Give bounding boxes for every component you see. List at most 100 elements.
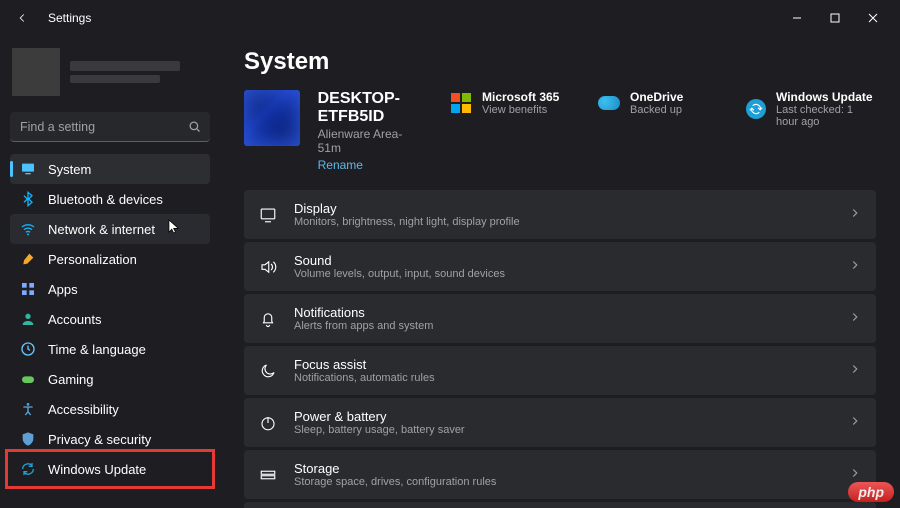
sidebar-item-accessibility[interactable]: Accessibility bbox=[10, 394, 210, 424]
sidebar-item-label: Personalization bbox=[48, 252, 137, 267]
sidebar-item-label: Apps bbox=[48, 282, 78, 297]
hero-title: Windows Update bbox=[776, 90, 876, 104]
search-wrap bbox=[10, 112, 210, 142]
search-input[interactable] bbox=[10, 112, 210, 142]
sidebar-item-label: Time & language bbox=[48, 342, 146, 357]
shield-icon bbox=[20, 431, 36, 447]
sidebar-item-windows-update[interactable]: Windows Update bbox=[10, 454, 210, 484]
cloud-icon bbox=[598, 92, 620, 114]
sidebar-item-label: Windows Update bbox=[48, 462, 146, 477]
setting-row-notifications[interactable]: NotificationsAlerts from apps and system bbox=[244, 294, 876, 343]
close-button[interactable] bbox=[854, 3, 892, 33]
setting-title: Focus assist bbox=[294, 357, 832, 372]
hero-title: OneDrive bbox=[630, 90, 683, 104]
avatar bbox=[12, 48, 60, 96]
update-icon bbox=[20, 461, 36, 477]
sidebar-item-label: Bluetooth & devices bbox=[48, 192, 163, 207]
setting-row-sound[interactable]: SoundVolume levels, output, input, sound… bbox=[244, 242, 876, 291]
setting-desc: Monitors, brightness, night light, displ… bbox=[294, 216, 832, 228]
hero-sub: Backed up bbox=[630, 104, 683, 116]
bell-icon bbox=[258, 309, 278, 329]
sidebar-item-label: Network & internet bbox=[48, 222, 155, 237]
setting-row-nearby-sharing[interactable]: Nearby sharing bbox=[244, 502, 876, 508]
user-name-placeholder bbox=[70, 61, 180, 71]
sidebar-item-gaming[interactable]: Gaming bbox=[10, 364, 210, 394]
setting-row-storage[interactable]: StorageStorage space, drives, configurat… bbox=[244, 450, 876, 499]
main-content: System DESKTOP-ETFB5ID Alienware Area-51… bbox=[220, 36, 900, 508]
hero-sub: Last checked: 1 hour ago bbox=[776, 104, 876, 128]
sound-icon bbox=[258, 257, 278, 277]
sidebar-item-label: Accessibility bbox=[48, 402, 119, 417]
setting-row-power-battery[interactable]: Power & batterySleep, battery usage, bat… bbox=[244, 398, 876, 447]
sidebar-item-label: System bbox=[48, 162, 91, 177]
device-name: DESKTOP-ETFB5ID bbox=[318, 90, 414, 126]
monitor-icon bbox=[20, 161, 36, 177]
moon-icon bbox=[258, 361, 278, 381]
minimize-button[interactable] bbox=[778, 3, 816, 33]
hero-microsoft365[interactable]: Microsoft 365 View benefits bbox=[450, 90, 580, 116]
device-model: Alienware Area-51m bbox=[318, 127, 414, 155]
maximize-button[interactable] bbox=[816, 3, 854, 33]
sidebar-item-accounts[interactable]: Accounts bbox=[10, 304, 210, 334]
hero-onedrive[interactable]: OneDrive Backed up bbox=[598, 90, 728, 116]
sidebar-item-system[interactable]: System bbox=[10, 154, 210, 184]
bluetooth-icon bbox=[20, 191, 36, 207]
setting-row-focus-assist[interactable]: Focus assistNotifications, automatic rul… bbox=[244, 346, 876, 395]
sidebar-item-personalization[interactable]: Personalization bbox=[10, 244, 210, 274]
search-icon bbox=[187, 119, 202, 137]
hero-sub: View benefits bbox=[482, 104, 559, 116]
device-info: DESKTOP-ETFB5ID Alienware Area-51m Renam… bbox=[318, 90, 414, 172]
sidebar-item-time-language[interactable]: Time & language bbox=[10, 334, 210, 364]
clock-icon bbox=[20, 341, 36, 357]
setting-desc: Alerts from apps and system bbox=[294, 320, 832, 332]
hero-row: DESKTOP-ETFB5ID Alienware Area-51m Renam… bbox=[244, 90, 876, 172]
sidebar-item-label: Privacy & security bbox=[48, 432, 151, 447]
device-image bbox=[244, 90, 300, 146]
window-title: Settings bbox=[48, 11, 91, 25]
window-controls bbox=[778, 3, 892, 33]
power-icon bbox=[258, 413, 278, 433]
chevron-right-icon bbox=[848, 362, 862, 379]
sidebar: System Bluetooth & devices Network & inter… bbox=[0, 36, 220, 508]
chevron-right-icon bbox=[848, 466, 862, 483]
accessibility-icon bbox=[20, 401, 36, 417]
sidebar-item-bluetooth-devices[interactable]: Bluetooth & devices bbox=[10, 184, 210, 214]
display-icon bbox=[258, 205, 278, 225]
sidebar-item-privacy-security[interactable]: Privacy & security bbox=[10, 424, 210, 454]
gamepad-icon bbox=[20, 371, 36, 387]
update-icon bbox=[746, 98, 766, 120]
setting-title: Sound bbox=[294, 253, 832, 268]
setting-title: Notifications bbox=[294, 305, 832, 320]
settings-list: DisplayMonitors, brightness, night light… bbox=[244, 190, 876, 508]
sidebar-item-apps[interactable]: Apps bbox=[10, 274, 210, 304]
user-card[interactable] bbox=[10, 44, 210, 106]
setting-title: Power & battery bbox=[294, 409, 832, 424]
storage-icon bbox=[258, 465, 278, 485]
chevron-right-icon bbox=[848, 310, 862, 327]
title-bar: Settings bbox=[0, 0, 900, 36]
page-title: System bbox=[244, 48, 876, 76]
setting-desc: Sleep, battery usage, battery saver bbox=[294, 424, 832, 436]
sidebar-item-label: Accounts bbox=[48, 312, 101, 327]
setting-desc: Notifications, automatic rules bbox=[294, 372, 832, 384]
setting-row-display[interactable]: DisplayMonitors, brightness, night light… bbox=[244, 190, 876, 239]
wifi-icon bbox=[20, 221, 36, 237]
back-button[interactable] bbox=[8, 4, 36, 32]
user-email-placeholder bbox=[70, 75, 160, 83]
rename-link[interactable]: Rename bbox=[318, 158, 414, 172]
brush-icon bbox=[20, 251, 36, 267]
hero-windows-update[interactable]: Windows Update Last checked: 1 hour ago bbox=[746, 90, 876, 128]
chevron-right-icon bbox=[848, 206, 862, 223]
setting-title: Display bbox=[294, 201, 832, 216]
apps-icon bbox=[20, 281, 36, 297]
setting-desc: Volume levels, output, input, sound devi… bbox=[294, 268, 832, 280]
nav-list: System Bluetooth & devices Network & inter… bbox=[10, 154, 210, 484]
setting-desc: Storage space, drives, configuration rul… bbox=[294, 476, 832, 488]
chevron-right-icon bbox=[848, 258, 862, 275]
watermark: php bbox=[848, 482, 894, 502]
setting-title: Storage bbox=[294, 461, 832, 476]
hero-title: Microsoft 365 bbox=[482, 90, 559, 104]
sidebar-item-network-internet[interactable]: Network & internet bbox=[10, 214, 210, 244]
chevron-right-icon bbox=[848, 414, 862, 431]
microsoft-icon bbox=[450, 92, 472, 114]
